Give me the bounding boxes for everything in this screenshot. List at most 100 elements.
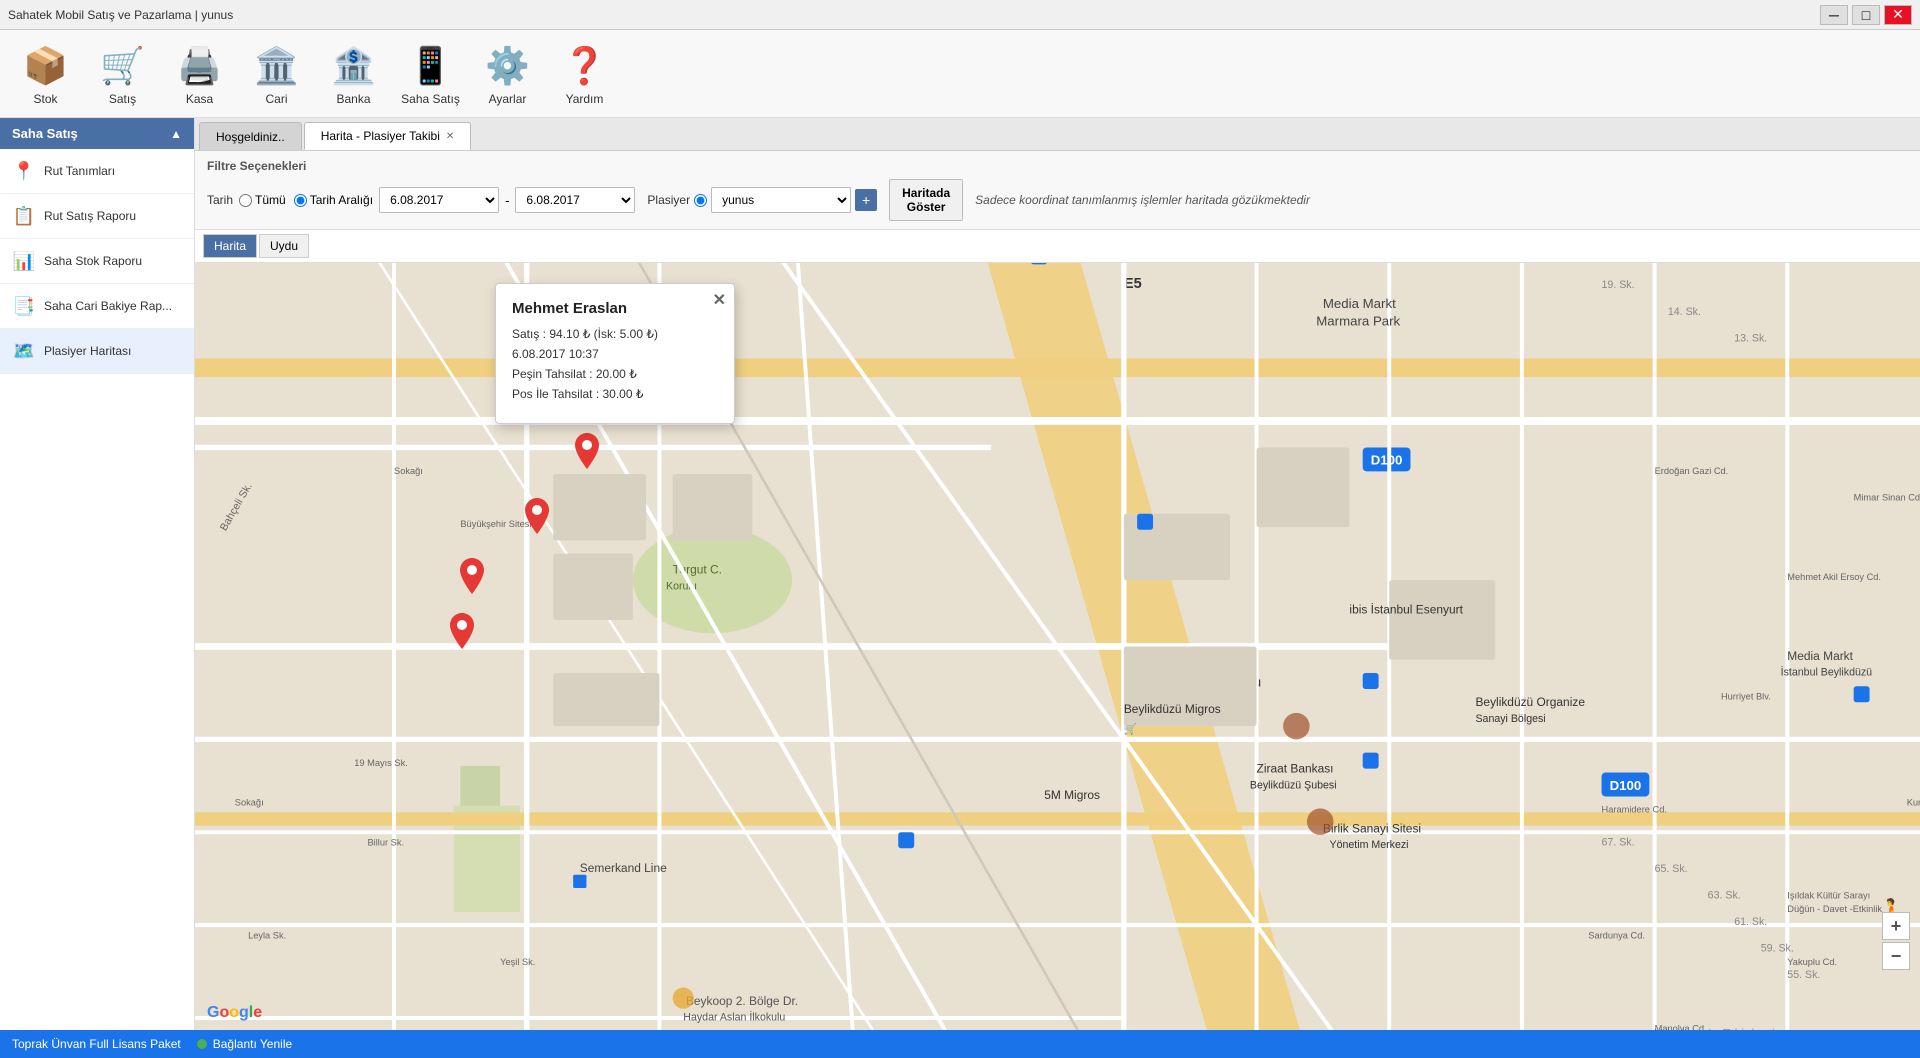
stok-label: Stok [33,92,57,106]
tab-hosgeldiniz[interactable]: Hoşgeldiniz.. [199,122,302,150]
svg-text:63. Sk.: 63. Sk. [1708,890,1741,902]
sidebar-item-saha-cari-bakiye[interactable]: 📑 Saha Cari Bakiye Rap... [0,284,194,329]
location-icon: 📍 [12,159,36,183]
map-tab-harita[interactable]: Harita [203,234,257,258]
svg-text:59. Sk.: 59. Sk. [1761,943,1794,955]
marker-4[interactable] [450,613,474,652]
sidebar-item-rut-satis-raporu[interactable]: 📋 Rut Satış Raporu [0,194,194,239]
radio-range-label[interactable]: Tarih Aralığı [294,193,373,207]
svg-text:61. Sk.: 61. Sk. [1734,916,1767,928]
popup-tarih: 6.08.2017 10:37 [512,347,718,361]
tab-harita-plasiyer[interactable]: Harita - Plasiyer Takibi ✕ [304,122,472,150]
info-text: Sadece koordinat tanımlanmış işlemler ha… [975,193,1310,207]
status-bar: Toprak Ünvan Full Lisans Paket Bağlantı … [0,1030,1920,1058]
close-button[interactable]: ✕ [1884,5,1912,25]
svg-text:Marmara Park: Marmara Park [1316,313,1400,328]
svg-text:Beylikdüzü Şubesi: Beylikdüzü Şubesi [1250,779,1337,791]
svg-text:Büyükşehir Sitesi: Büyükşehir Sitesi [460,519,531,529]
svg-text:Düğün - Davet -Etkinlik: Düğün - Davet -Etkinlik [1787,904,1882,914]
sidebar-rut-tanimlari-label: Rut Tanımları [44,164,115,178]
popup-title: Mehmet Eraslan [512,300,718,317]
svg-text:Kurtuluş Cd.: Kurtuluş Cd. [1907,798,1920,808]
svg-text:E5: E5 [1124,276,1142,292]
svg-text:Beykoop 2. Bölge Dr.: Beykoop 2. Bölge Dr. [686,994,798,1008]
svg-text:Media Markt: Media Markt [1787,649,1853,663]
content-area: Hoşgeldiniz.. Harita - Plasiyer Takibi ✕… [195,118,1920,1030]
zoom-out-button[interactable]: − [1882,942,1910,970]
radio-range-input[interactable] [294,194,307,207]
svg-text:İstanbul Beylikdüzü: İstanbul Beylikdüzü [1781,666,1873,679]
marker-3[interactable] [460,558,484,597]
svg-text:Windows'u Etkinleştir: Windows'u Etkinleştir [1655,1026,1780,1030]
plasiyer-radio[interactable] [694,194,707,207]
date-from-select[interactable]: 6.08.2017 [379,187,499,213]
svg-text:55. Sk.: 55. Sk. [1787,969,1820,981]
popup-pesin: Peşin Tahsilat : 20.00 ₺ [512,367,718,381]
main-area: Saha Satış ▲ 📍 Rut Tanımları 📋 Rut Satış… [0,118,1920,1030]
haritada-goster-button[interactable]: HaritadaGöster [889,179,963,221]
plasiyer-add-button[interactable]: + [855,189,877,211]
cari-button[interactable]: 🏛️ Cari [239,35,314,113]
marker-1[interactable] [575,433,599,472]
zoom-in-button[interactable]: + [1882,912,1910,940]
yardim-button[interactable]: ❓ Yardım [547,35,622,113]
map-wrapper: Harita Uydu Turgut C. Korulu [195,230,1920,1030]
popup-satis: Satış : 94.10 ₺ (İsk: 5.00 ₺) [512,327,718,341]
svg-text:Işıldak Kültür Sarayı: Işıldak Kültür Sarayı [1787,891,1870,901]
radio-all-label[interactable]: Tümü [239,193,286,207]
restore-button[interactable]: □ [1852,5,1880,25]
zoom-controls: + − [1882,912,1910,970]
radio-group: Tümü Tarih Aralığı [239,193,373,207]
sidebar-title: Saha Satış [12,126,78,141]
svg-text:ibis İstanbul Esenyurt: ibis İstanbul Esenyurt [1349,602,1463,616]
popup-close-button[interactable]: ✕ [713,290,726,310]
svg-text:Mimar Sinan Cd.: Mimar Sinan Cd. [1854,493,1920,503]
minimize-button[interactable]: ─ [1820,5,1848,25]
svg-text:Ziraat Bankası: Ziraat Bankası [1257,762,1334,776]
marker-2[interactable] [525,498,549,537]
date-label: Tarih [207,193,233,207]
svg-text:65. Sk.: 65. Sk. [1655,863,1688,875]
radio-all-input[interactable] [239,194,252,207]
sidebar-item-rut-tanimlari[interactable]: 📍 Rut Tanımları [0,149,194,194]
map-icon: 🗺️ [12,339,36,363]
connection-text: Bağlantı Yenile [213,1037,292,1051]
svg-text:Leyla Sk.: Leyla Sk. [248,930,286,940]
yardim-label: Yardım [566,92,604,106]
radio-all-text: Tümü [255,193,286,207]
map-tab-uydu[interactable]: Uydu [259,234,309,258]
svg-text:D100: D100 [1610,778,1642,793]
window-controls: ─ □ ✕ [1820,5,1912,25]
plasiyer-select[interactable]: yunus [711,187,851,213]
svg-text:Beylikdüzü Migros: Beylikdüzü Migros [1124,702,1221,716]
sidebar-item-saha-stok-raporu[interactable]: 📊 Saha Stok Raporu [0,239,194,284]
svg-text:Sokağı: Sokağı [235,798,264,808]
stok-button[interactable]: 📦 Stok [8,35,83,113]
svg-text:Yakuplu Cd.: Yakuplu Cd. [1787,957,1837,967]
bakiye-icon: 📑 [12,294,36,318]
map-canvas: Turgut C. Korulu E5 E-5 Yanyolu D100 [195,263,1920,1030]
svg-text:Haydar Aslan İlkokulu: Haydar Aslan İlkokulu [683,1011,785,1024]
sidebar-collapse-icon[interactable]: ▲ [170,127,182,141]
svg-text:Birlik Sanayi Sitesi: Birlik Sanayi Sitesi [1323,821,1421,835]
cari-label: Cari [265,92,287,106]
svg-text:Hurriyet Blv.: Hurriyet Blv. [1721,692,1771,702]
sidebar-item-plasiyer-haritasi[interactable]: 🗺️ Plasiyer Haritası [0,329,194,374]
kasa-button[interactable]: 🖨️ Kasa [162,35,237,113]
date-range-separator: - [505,193,509,208]
sidebar-saha-cari-label: Saha Cari Bakiye Rap... [44,299,172,313]
banka-label: Banka [336,92,370,106]
tab-close-icon[interactable]: ✕ [446,131,454,142]
sidebar: Saha Satış ▲ 📍 Rut Tanımları 📋 Rut Satış… [0,118,195,1030]
svg-text:Sokağı: Sokağı [394,466,423,476]
ayarlar-button[interactable]: ⚙️ Ayarlar [470,35,545,113]
filter-title: Filtre Seçenekleri [207,159,1908,173]
status-connection[interactable]: Bağlantı Yenile [197,1037,292,1051]
info-popup: ✕ Mehmet Eraslan Satış : 94.10 ₺ (İsk: 5… [495,283,735,424]
date-to-select[interactable]: 6.08.2017 [515,187,635,213]
svg-text:D100: D100 [1371,453,1403,468]
saha-satis-button[interactable]: 📱 Saha Satış [393,35,468,113]
banka-button[interactable]: 🏦 Banka [316,35,391,113]
yardim-icon: ❓ [561,42,609,90]
satis-button[interactable]: 🛒 Satış [85,35,160,113]
